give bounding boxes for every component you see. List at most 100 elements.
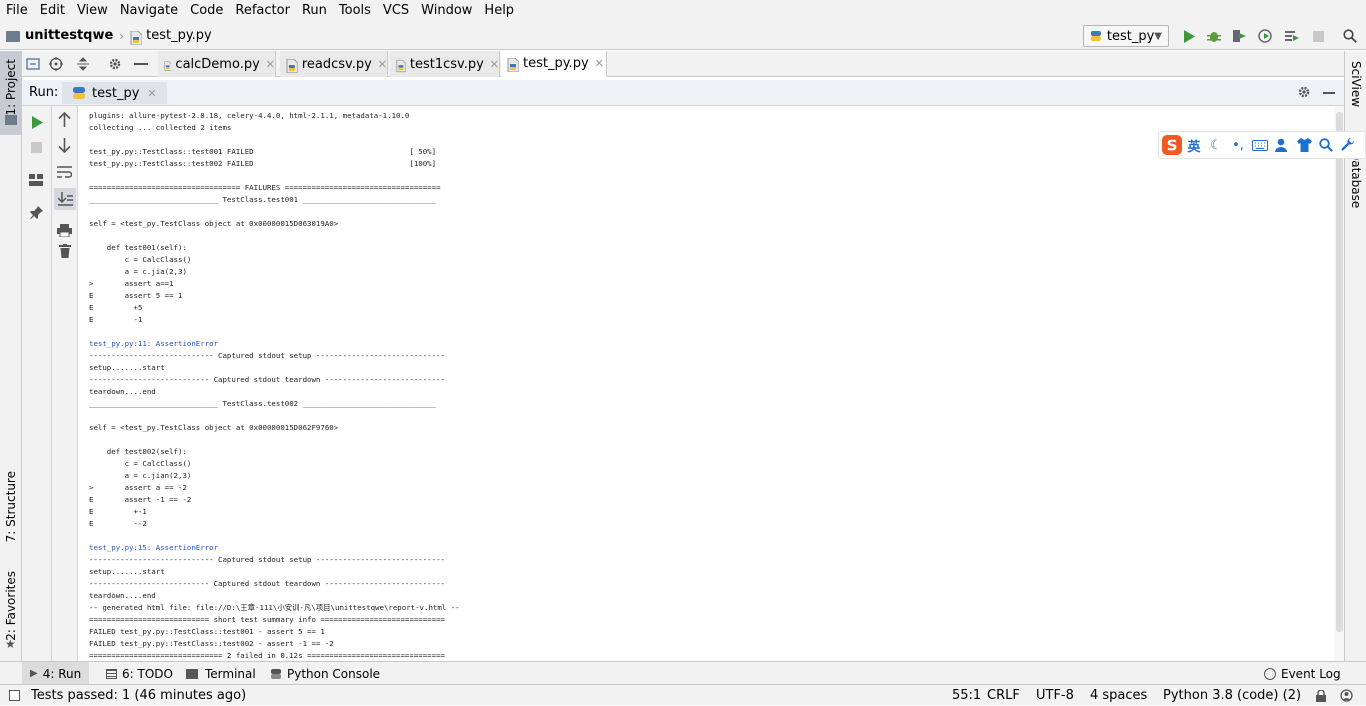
tab-test-py[interactable]: test_py.py ✕: [501, 51, 607, 77]
tab-calcdemo[interactable]: calcDemo.py ✕: [158, 51, 276, 77]
python-icon: [271, 668, 281, 679]
status-message[interactable]: Tests passed: 1 (46 minutes ago): [31, 685, 246, 706]
run-configuration-label: test_py: [1106, 28, 1155, 44]
menu-window[interactable]: Window: [415, 0, 478, 22]
locate-icon[interactable]: [49, 57, 63, 75]
console-link-line[interactable]: test_py.py:11: AssertionError: [89, 339, 218, 349]
collapse-icon[interactable]: [26, 57, 42, 71]
stop-icon[interactable]: [1310, 28, 1326, 44]
menu-view[interactable]: View: [71, 0, 114, 22]
indent-setting[interactable]: 4 spaces: [1090, 685, 1147, 706]
tool-tab-terminal[interactable]: Terminal: [178, 662, 264, 685]
gear-icon[interactable]: [1297, 85, 1311, 103]
debug-icon[interactable]: [1206, 28, 1222, 44]
tab-readcsv[interactable]: readcsv.py ✕: [280, 51, 388, 77]
tab-test1csv[interactable]: test1csv.py ✕: [390, 51, 500, 77]
soft-wrap-icon[interactable]: [57, 166, 73, 183]
skin-icon[interactable]: [1293, 134, 1315, 156]
close-icon[interactable]: ✕: [595, 57, 604, 70]
tool-tab-sciview[interactable]: SciView: [1349, 61, 1363, 107]
scroll-to-end-icon[interactable]: [54, 188, 76, 210]
run-configuration-select[interactable]: test_py ▼: [1083, 25, 1169, 47]
punctuation-icon[interactable]: •,: [1227, 134, 1249, 156]
lock-icon[interactable]: [1316, 689, 1326, 706]
menu-file[interactable]: File: [0, 0, 34, 22]
console-line: =========================== short test s…: [89, 615, 445, 624]
menu-code[interactable]: Code: [184, 0, 229, 22]
run-tab-test-py[interactable]: test_py ✕: [62, 82, 167, 104]
profile-icon[interactable]: [1257, 28, 1273, 44]
python-file-icon: [396, 59, 406, 73]
moon-icon[interactable]: ☾: [1205, 134, 1227, 156]
console-line: setup.......start: [89, 567, 165, 576]
gear-icon[interactable]: [108, 57, 122, 75]
inspector-icon[interactable]: [1340, 689, 1353, 706]
arrow-down-icon[interactable]: [58, 138, 71, 157]
stop-icon[interactable]: [31, 142, 42, 157]
close-icon[interactable]: ✕: [147, 87, 156, 100]
rerun-icon[interactable]: [31, 116, 43, 133]
tool-tab-favorites[interactable]: 2: Favorites: [4, 571, 18, 641]
menu-refactor[interactable]: Refactor: [229, 0, 296, 22]
coverage-icon[interactable]: [1231, 28, 1247, 44]
console-line: E +5: [89, 303, 143, 312]
terminal-icon: [186, 668, 198, 679]
trash-icon[interactable]: [59, 244, 71, 262]
python-interpreter[interactable]: Python 3.8 (code) (2): [1163, 685, 1301, 706]
bottom-tool-window-bar: ▶ 4: Run 6: TODO Terminal Python Console…: [0, 661, 1366, 685]
file-encoding[interactable]: UTF-8: [1036, 685, 1074, 706]
menu-run[interactable]: Run: [296, 0, 333, 22]
tool-windows-toggle-icon[interactable]: [9, 690, 20, 701]
minimize-icon[interactable]: [134, 63, 148, 65]
tool-tab-project[interactable]: 1: Project: [4, 59, 18, 116]
run-icon[interactable]: [1181, 28, 1197, 44]
console-line: --------------------------- Captured std…: [89, 375, 445, 384]
run-console-output[interactable]: plugins: allure-pytest-2.8.18, celery-4.…: [78, 106, 1334, 661]
ime-language-toggle[interactable]: 英: [1183, 134, 1205, 156]
navigation-bar: unittestqwe › test_py.py test_py ▼: [0, 22, 1366, 50]
menu-navigate[interactable]: Navigate: [114, 0, 184, 22]
print-icon[interactable]: [57, 224, 72, 241]
cursor-position[interactable]: 55:1: [952, 685, 981, 706]
breadcrumb-project[interactable]: unittestqwe: [25, 28, 113, 43]
close-icon[interactable]: ✕: [490, 58, 499, 71]
tool-tab-structure[interactable]: 7: Structure: [4, 471, 18, 542]
keyboard-icon[interactable]: [1249, 134, 1271, 156]
minimize-icon[interactable]: [1323, 92, 1335, 94]
breadcrumb: unittestqwe › test_py.py: [6, 28, 212, 45]
console-scrollbar-thumb[interactable]: [1336, 112, 1343, 632]
user-icon[interactable]: [1271, 134, 1293, 156]
layout-icon[interactable]: [29, 174, 43, 190]
tool-tab-python-console[interactable]: Python Console: [262, 662, 388, 685]
search-icon[interactable]: [1342, 28, 1358, 44]
breadcrumb-file[interactable]: test_py.py: [146, 28, 212, 43]
run-with-concurrency-icon[interactable]: [1284, 28, 1300, 44]
run-tab-label: test_py: [92, 85, 140, 101]
close-icon[interactable]: ✕: [378, 58, 387, 71]
tool-tab-database[interactable]: Database: [1349, 151, 1363, 208]
close-icon[interactable]: ✕: [266, 58, 275, 71]
sogou-logo-icon[interactable]: S: [1161, 134, 1183, 156]
tool-tab-todo[interactable]: 6: TODO: [98, 662, 181, 685]
menu-vcs[interactable]: VCS: [377, 0, 415, 22]
svg-text:S: S: [1167, 137, 1178, 155]
console-line: c = CalcClass(): [89, 255, 192, 264]
console-line: def test001(self):: [89, 243, 187, 252]
menu-tools[interactable]: Tools: [333, 0, 377, 22]
console-line: test_py.py::TestClass::test001 FAILED [ …: [89, 147, 437, 156]
console-line: E assert -1 == -2: [89, 495, 192, 504]
console-line: teardown....end: [89, 387, 156, 396]
expand-collapse-icon[interactable]: [76, 57, 90, 75]
console-link-line[interactable]: test_py.py:15: AssertionError: [89, 543, 218, 553]
tool-tab-event-log[interactable]: Event Log: [1256, 662, 1349, 685]
menu-help[interactable]: Help: [478, 0, 520, 22]
arrow-up-icon[interactable]: [58, 111, 71, 131]
menu-edit[interactable]: Edit: [34, 0, 71, 22]
wrench-icon[interactable]: [1337, 134, 1359, 156]
python-file-icon: [164, 61, 172, 71]
python-file-icon: [507, 58, 519, 72]
pin-icon[interactable]: [30, 206, 43, 223]
tool-tab-run[interactable]: ▶ 4: Run: [22, 662, 90, 685]
line-separator[interactable]: CRLF: [987, 685, 1020, 706]
search-icon[interactable]: [1315, 134, 1337, 156]
